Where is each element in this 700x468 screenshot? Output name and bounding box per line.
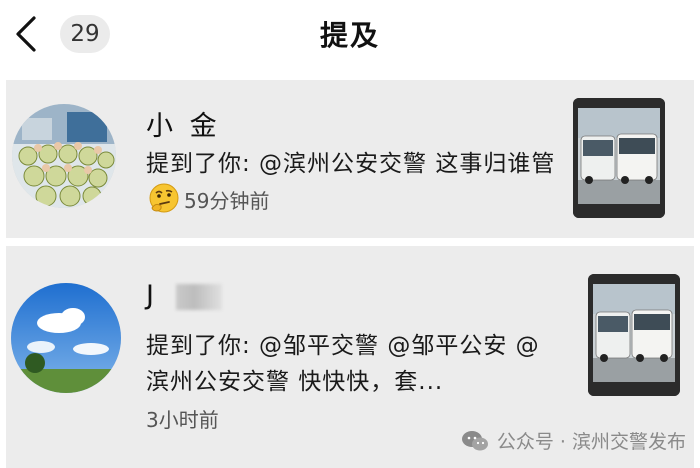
mention-message: 提到了你: @邹平交警 @邹平公安 @滨州公安交警 快快快，套...	[146, 333, 540, 395]
mention-message: 提到了你: @滨州公安交警 这事归谁管 59分钟前	[146, 146, 566, 219]
username[interactable]: 小 金	[146, 104, 221, 143]
username[interactable]: J	[146, 280, 158, 311]
mention-time: 59分钟前	[184, 189, 270, 213]
wechat-icon	[461, 430, 488, 450]
message-text: 提到了你: @滨州公安交警 这事归谁管	[146, 151, 556, 177]
avatar[interactable]	[11, 283, 121, 393]
avatar[interactable]	[12, 104, 116, 208]
post-thumbnail[interactable]	[588, 274, 680, 396]
thinking-face-emoji-icon	[149, 183, 179, 213]
header: 29 提及	[0, 0, 700, 72]
mention-item[interactable]: 小 金 提到了你: @滨州公安交警 这事归谁管 59分钟前	[6, 80, 694, 238]
masked-username	[176, 284, 222, 310]
watermark-text: 公众号 · 滨州交警发布	[496, 431, 686, 453]
post-thumbnail[interactable]	[573, 98, 665, 218]
mention-time: 3小时前	[146, 408, 219, 432]
watermark: 公众号 · 滨州交警发布	[461, 427, 686, 454]
mentions-page: 29 提及 小 金 提到了你: @滨州公安交警 这事归谁管59分钟前 J 提到了…	[0, 0, 700, 468]
page-title: 提及	[319, 19, 380, 52]
